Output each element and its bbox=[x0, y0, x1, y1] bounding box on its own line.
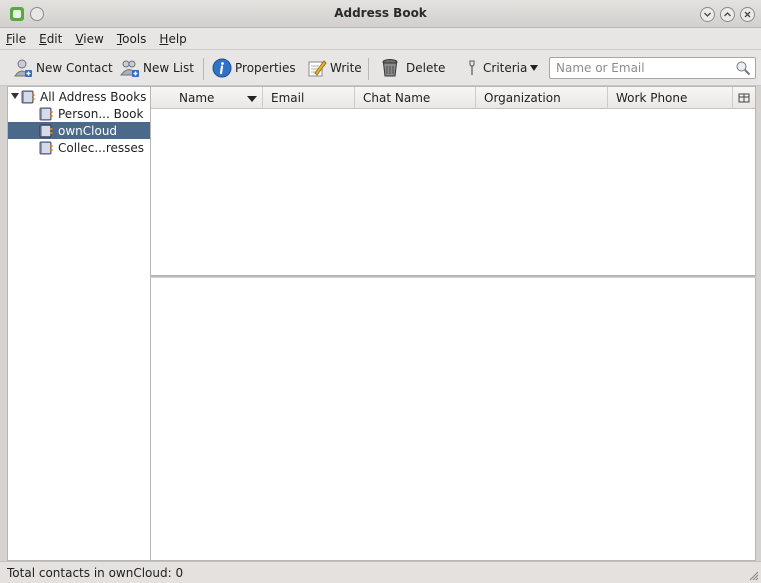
info-icon bbox=[212, 58, 232, 78]
criteria-label: Criteria bbox=[483, 61, 528, 75]
address-book-icon bbox=[39, 141, 53, 154]
menu-help-label: elp bbox=[168, 31, 187, 46]
address-book-icon bbox=[39, 107, 53, 120]
column-name-label: Name bbox=[179, 91, 215, 105]
menu-edit[interactable]: Edit bbox=[39, 32, 62, 46]
write-icon bbox=[308, 60, 327, 77]
sort-descending-icon bbox=[247, 96, 257, 102]
tree-item-owncloud[interactable]: ownCloud bbox=[8, 122, 150, 139]
search-icon[interactable] bbox=[735, 60, 751, 76]
expand-triangle-icon[interactable] bbox=[11, 93, 19, 99]
tree-item-label: Collec...resses bbox=[58, 140, 145, 155]
trash-icon bbox=[382, 59, 398, 77]
new-list-button[interactable]: New List bbox=[120, 58, 194, 78]
column-organization-label: Organization bbox=[484, 91, 561, 105]
menu-view[interactable]: View bbox=[75, 32, 103, 46]
chevron-down-icon bbox=[530, 65, 539, 71]
write-button[interactable]: Write bbox=[307, 58, 362, 78]
title-bar: Address Book bbox=[0, 0, 761, 28]
menu-help[interactable]: Help bbox=[159, 32, 186, 46]
column-email[interactable]: Email bbox=[263, 87, 355, 109]
resize-grip-icon[interactable] bbox=[747, 569, 759, 581]
close-button[interactable] bbox=[740, 7, 755, 22]
new-contact-button[interactable]: New Contact bbox=[13, 58, 113, 78]
search-box bbox=[549, 57, 756, 79]
tree-item-label: ownCloud bbox=[58, 123, 118, 138]
close-icon bbox=[744, 11, 751, 18]
tree-item-collected-addresses[interactable]: Collec...resses bbox=[8, 139, 150, 156]
column-chat-name[interactable]: Chat Name bbox=[355, 87, 476, 109]
menu-file[interactable]: File bbox=[6, 32, 26, 46]
column-email-label: Email bbox=[271, 91, 305, 105]
chevron-down-icon bbox=[704, 12, 711, 17]
address-book-tree: All Address Books Person... Book ownClou… bbox=[7, 86, 150, 561]
properties-button[interactable]: Properties bbox=[212, 58, 296, 78]
menu-tools-label: ools bbox=[122, 31, 147, 46]
criteria-button[interactable]: Criteria bbox=[466, 58, 539, 78]
properties-label: Properties bbox=[235, 61, 296, 75]
chevron-up-icon bbox=[724, 12, 731, 17]
menu-view-label: iew bbox=[83, 31, 104, 46]
menu-edit-mnemonic: E bbox=[39, 31, 47, 46]
column-organization[interactable]: Organization bbox=[476, 87, 608, 109]
delete-label: Delete bbox=[406, 61, 446, 75]
search-input[interactable] bbox=[556, 60, 726, 76]
status-bar: Total contacts in ownCloud: 0 bbox=[0, 561, 761, 583]
column-chat-name-label: Chat Name bbox=[363, 91, 431, 105]
delete-button[interactable]: Delete bbox=[380, 58, 445, 78]
menu-tools[interactable]: Tools bbox=[117, 32, 147, 46]
contacts-list[interactable]: Name Email Chat Name Organization Work P… bbox=[150, 86, 756, 276]
column-name[interactable]: Name bbox=[151, 87, 263, 109]
new-list-label: New List bbox=[143, 61, 194, 75]
new-contact-label: New Contact bbox=[36, 61, 113, 75]
criteria-icon bbox=[469, 60, 475, 75]
address-book-icon bbox=[39, 124, 53, 137]
menu-bar: File Edit View Tools Help bbox=[0, 28, 761, 50]
window-title: Address Book bbox=[334, 6, 427, 20]
column-header-row: Name Email Chat Name Organization Work P… bbox=[151, 87, 755, 109]
column-work-phone[interactable]: Work Phone bbox=[608, 87, 733, 109]
tree-item-label: Person... Book bbox=[58, 106, 144, 121]
write-label: Write bbox=[330, 61, 362, 75]
column-work-phone-label: Work Phone bbox=[616, 91, 688, 105]
toolbar-separator bbox=[203, 58, 204, 80]
toolbar-separator bbox=[368, 58, 369, 80]
menu-file-label: ile bbox=[12, 31, 27, 46]
maximize-button[interactable] bbox=[720, 7, 735, 22]
tree-item-personal-address-book[interactable]: Person... Book bbox=[8, 105, 150, 122]
status-text: Total contacts in ownCloud: 0 bbox=[7, 566, 184, 580]
new-contact-icon bbox=[14, 59, 32, 77]
tree-item-label: All Address Books bbox=[40, 89, 147, 104]
column-picker-icon[interactable] bbox=[733, 87, 755, 109]
new-list-icon bbox=[120, 60, 139, 77]
menu-edit-label: dit bbox=[46, 31, 63, 46]
minimize-button[interactable] bbox=[700, 7, 715, 22]
address-book-icon bbox=[21, 90, 35, 103]
tree-item-all-address-books[interactable]: All Address Books bbox=[8, 88, 150, 105]
contact-detail-pane bbox=[150, 278, 756, 561]
